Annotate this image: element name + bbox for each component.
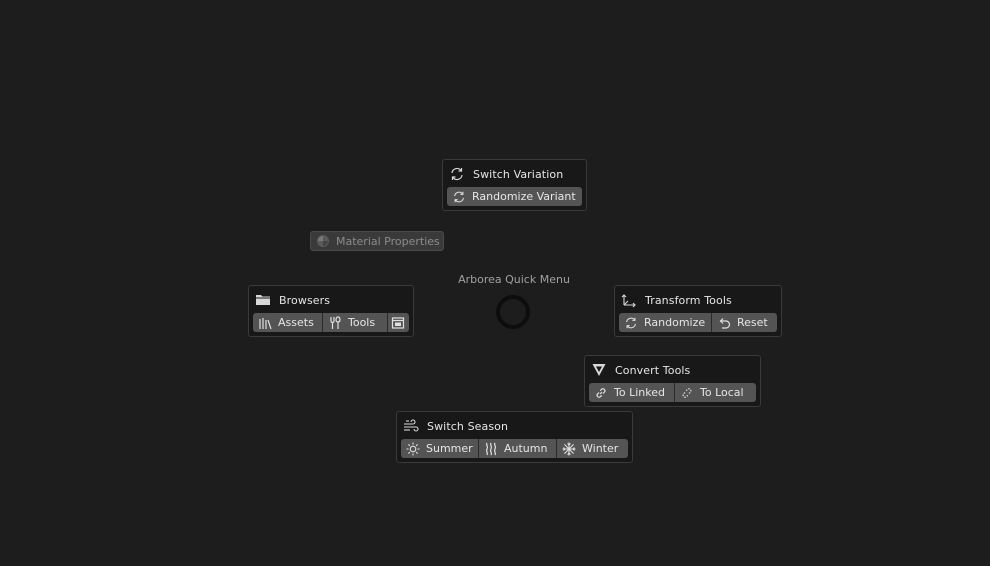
asset-library-icon <box>258 316 272 330</box>
link-icon <box>594 386 608 400</box>
to-local-label: To Local <box>700 386 744 399</box>
switch-season-title: Switch Season <box>427 419 509 433</box>
randomize-variant-label: Randomize Variant <box>472 190 576 203</box>
convert-tools-panel: Convert Tools To Linked To Local <box>584 355 761 407</box>
pie-menu-center-ring <box>496 295 530 329</box>
transform-tools-header: Transform Tools <box>621 292 732 308</box>
browsers-panel: Browsers Assets Tools <box>248 285 414 337</box>
randomize-label: Randomize <box>644 316 706 329</box>
wind-icon <box>403 418 419 434</box>
convert-tools-title: Convert Tools <box>615 363 691 377</box>
heat-waves-icon <box>484 442 498 456</box>
reset-button[interactable]: Reset <box>712 313 777 332</box>
to-local-button[interactable]: To Local <box>675 383 756 402</box>
browsers-buttons: Assets Tools <box>253 313 409 332</box>
winter-label: Winter <box>582 442 619 455</box>
refresh-icon <box>624 316 638 330</box>
transform-axes-icon <box>621 292 637 308</box>
snowflake-icon <box>562 442 576 456</box>
transform-tools-panel: Transform Tools Randomize Reset <box>614 285 782 337</box>
browsers-title: Browsers <box>279 293 331 307</box>
convert-tools-header: Convert Tools <box>591 362 690 378</box>
pie-menu-title: Arborea Quick Menu <box>458 273 570 286</box>
unlink-icon <box>680 386 694 400</box>
material-sphere-icon <box>316 234 330 248</box>
open-window-button[interactable] <box>388 313 409 332</box>
randomize-button[interactable]: Randomize <box>619 313 712 332</box>
refresh-icon <box>449 166 465 182</box>
switch-season-buttons: Summer Autumn Winter <box>401 439 628 458</box>
randomize-variant-button[interactable]: Randomize Variant <box>447 187 582 206</box>
switch-variation-header: Switch Variation <box>449 166 563 182</box>
material-properties-label: Material Properties <box>336 234 440 248</box>
to-linked-button[interactable]: To Linked <box>589 383 675 402</box>
transform-tools-title: Transform Tools <box>645 293 732 307</box>
switch-variation-buttons: Randomize Variant <box>447 187 582 206</box>
pie-menu-canvas: Switch Variation Randomize Variant Mater… <box>0 0 990 566</box>
filter-triangle-icon <box>591 362 607 378</box>
sun-icon <box>406 442 420 456</box>
tools-button[interactable]: Tools <box>323 313 388 332</box>
material-properties-button[interactable]: Material Properties <box>310 231 444 251</box>
reset-label: Reset <box>737 316 768 329</box>
convert-tools-buttons: To Linked To Local <box>589 383 756 402</box>
window-icon <box>391 316 405 330</box>
switch-variation-title: Switch Variation <box>473 167 564 181</box>
autumn-button[interactable]: Autumn <box>479 439 557 458</box>
switch-season-header: Switch Season <box>403 418 508 434</box>
to-linked-label: To Linked <box>614 386 665 399</box>
refresh-icon <box>452 190 466 204</box>
winter-button[interactable]: Winter <box>557 439 628 458</box>
folder-icon <box>255 292 271 308</box>
undo-icon <box>717 316 731 330</box>
summer-label: Summer <box>426 442 473 455</box>
wrench-icon <box>328 315 342 330</box>
assets-label: Assets <box>278 316 314 329</box>
switch-variation-panel: Switch Variation Randomize Variant <box>442 159 587 211</box>
browsers-header: Browsers <box>255 292 330 308</box>
summer-button[interactable]: Summer <box>401 439 479 458</box>
autumn-label: Autumn <box>504 442 548 455</box>
switch-season-panel: Switch Season Summer Autumn Winter <box>396 411 633 463</box>
assets-button[interactable]: Assets <box>253 313 323 332</box>
transform-tools-buttons: Randomize Reset <box>619 313 777 332</box>
tools-label: Tools <box>348 316 376 329</box>
